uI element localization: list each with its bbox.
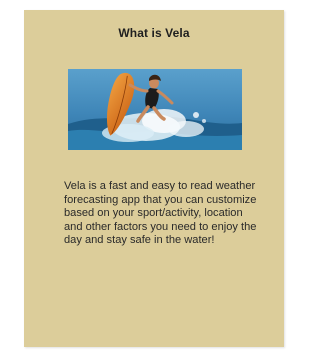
- surfer-photo: [68, 69, 242, 150]
- info-card: What is Vela Vela is a fast and easy to …: [24, 10, 284, 347]
- card-description: Vela is a fast and easy to read weather …: [64, 180, 257, 247]
- card-title: What is Vela: [118, 26, 190, 40]
